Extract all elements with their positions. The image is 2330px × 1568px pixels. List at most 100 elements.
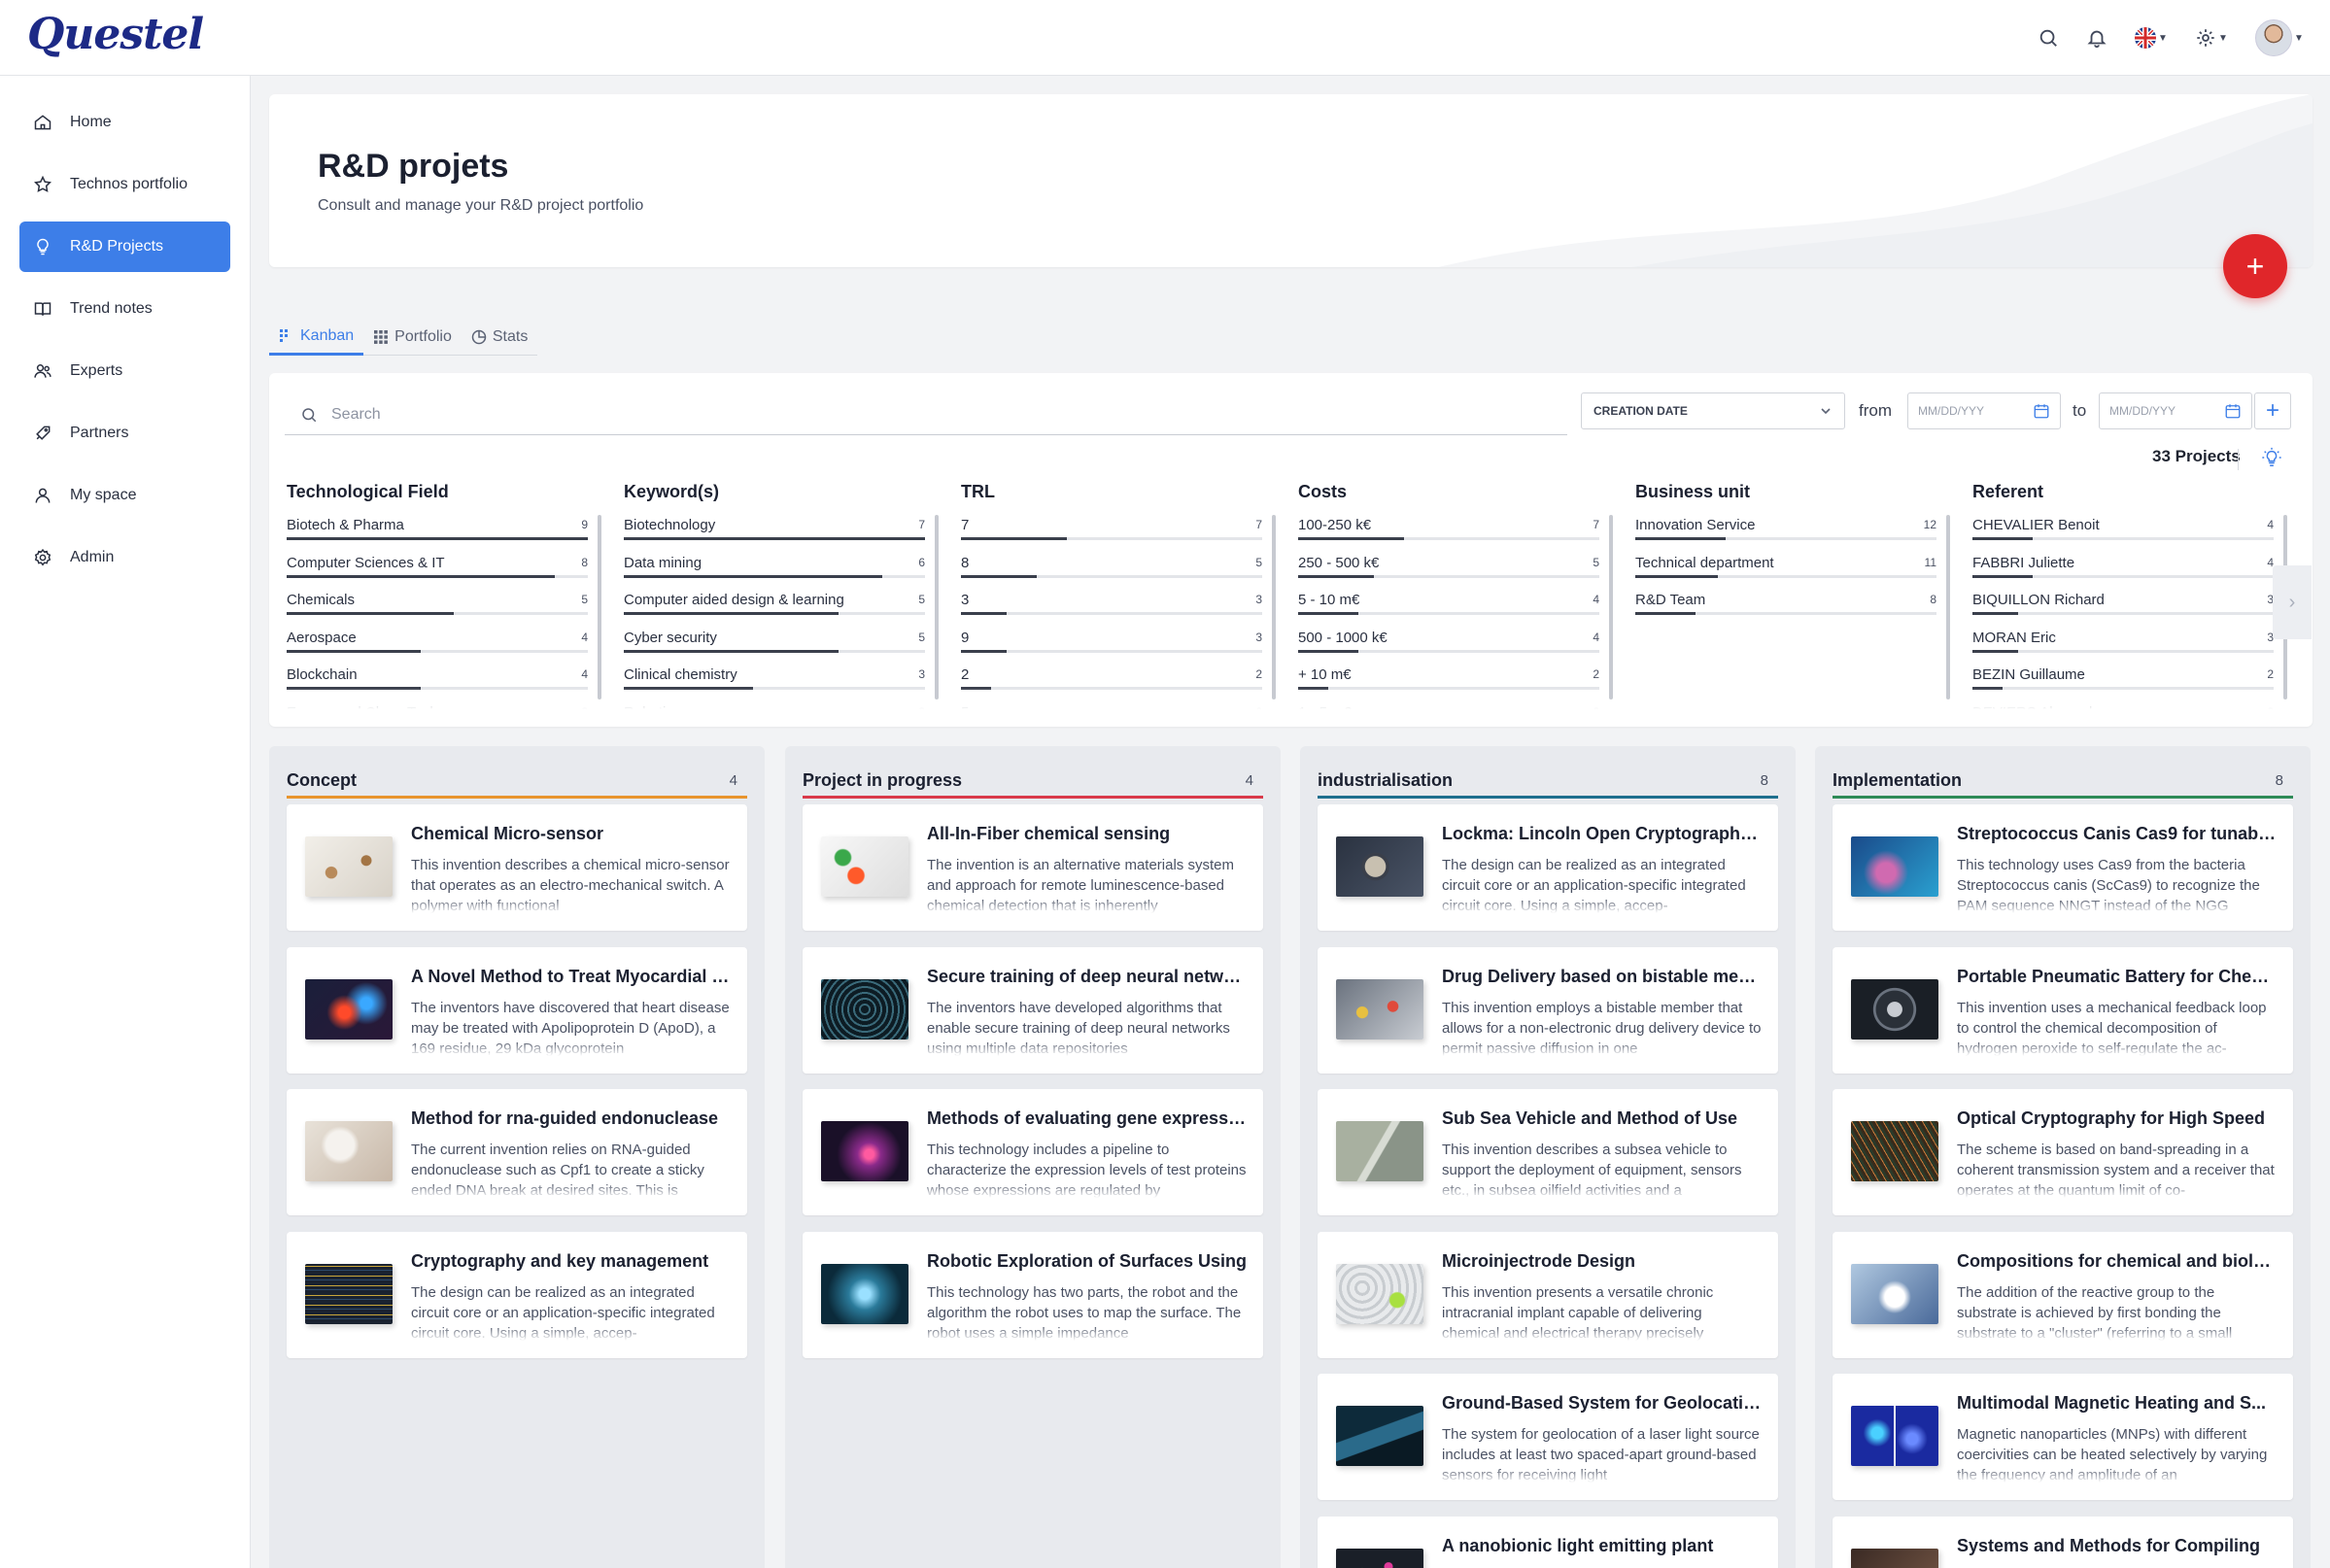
project-card[interactable]: Portable Pneumatic Battery for ChemicalT… (1833, 947, 2293, 1074)
facet-row[interactable]: 5 - 10 m€4 (1298, 582, 1599, 620)
project-card[interactable]: Robotic Exploration of Surfaces UsingThi… (803, 1232, 1263, 1358)
page-subtitle: Consult and manage your R&D project port… (318, 197, 643, 215)
gear-icon (2195, 27, 2216, 49)
facet-row[interactable]: Biotechnology7 (624, 507, 925, 545)
facet-row[interactable]: 100-250 k€7 (1298, 507, 1599, 545)
facet-bar-fill (624, 650, 839, 653)
project-card[interactable]: Compositions for chemical and biological… (1833, 1232, 2293, 1358)
project-card[interactable]: Secure training of deep neural networksT… (803, 947, 1263, 1074)
project-title: Portable Pneumatic Battery for Chemical (1957, 967, 2278, 987)
facet-row[interactable]: 77 (961, 507, 1262, 545)
project-thumbnail (305, 1121, 393, 1181)
project-card[interactable]: All-In-Fiber chemical sensingThe inventi… (803, 804, 1263, 931)
facet-row[interactable]: Technical department11 (1635, 545, 1936, 583)
facet-row[interactable]: Cyber security5 (624, 620, 925, 658)
facet-column: TRL778533932252 (961, 476, 1262, 709)
project-card[interactable]: Systems and Methods for Compiling (1833, 1517, 2293, 1568)
facet-row-label: + 10 m€ (1298, 666, 1352, 683)
sidebar-item-rd-projects[interactable]: R&D Projects (19, 222, 230, 272)
tab-kanban[interactable]: Kanban (269, 319, 363, 356)
facet-row[interactable]: MORAN Eric3 (1972, 620, 2274, 658)
facet-row[interactable]: Aerospace4 (287, 620, 588, 658)
bell-icon[interactable] (2081, 22, 2112, 53)
project-card[interactable]: A nanobionic light emitting plant (1318, 1517, 1778, 1568)
sidebar-item-label: R&D Projects (70, 238, 163, 256)
project-description: The invention is an alternative material… (927, 855, 1248, 913)
user-menu[interactable]: ▼ (2250, 22, 2309, 53)
facet-row[interactable]: Chemicals5 (287, 582, 588, 620)
project-card[interactable]: Ground-Based System for GeolocationThe s… (1318, 1374, 1778, 1500)
settings-menu[interactable]: ▼ (2190, 22, 2233, 53)
questel-logo[interactable]: Questel (27, 10, 203, 59)
facet-row[interactable]: 500 - 1000 k€4 (1298, 620, 1599, 658)
tab-portfolio[interactable]: Portfolio (363, 319, 462, 356)
tab-stats[interactable]: Stats (462, 319, 537, 356)
search-icon[interactable] (2033, 22, 2064, 53)
add-filter-button[interactable]: + (2254, 392, 2291, 429)
sidebar-item-technos-portfolio[interactable]: Technos portfolio (19, 159, 230, 210)
project-description: The current invention relies on RNA-guid… (411, 1140, 732, 1198)
facet-row[interactable]: Data mining6 (624, 545, 925, 583)
project-title: Ground-Based System for Geolocation (1442, 1393, 1763, 1414)
language-selector[interactable]: ▼ (2130, 22, 2173, 53)
project-card[interactable]: Methods of evaluating gene expressionThi… (803, 1089, 1263, 1215)
project-card[interactable]: A Novel Method to Treat Myocardial Infar… (287, 947, 747, 1074)
facet-row[interactable]: BIQUILLON Richard3 (1972, 582, 2274, 620)
facet-row-label: Data mining (624, 555, 702, 571)
project-card[interactable]: Drug Delivery based on bistable membrane… (1318, 947, 1778, 1074)
project-card[interactable]: Cryptography and key managementThe desig… (287, 1232, 747, 1358)
facet-row[interactable]: FABBRI Juliette4 (1972, 545, 2274, 583)
facet-scrollbar[interactable] (1272, 515, 1276, 699)
sidebar-item-home[interactable]: Home (19, 97, 230, 148)
facet-row-count: 5 (1593, 556, 1599, 569)
chevron-right-icon[interactable]: › (2273, 565, 2312, 639)
facet-row[interactable]: Biotech & Pharma 9 (287, 507, 588, 545)
lightbulb-icon[interactable] (2261, 447, 2282, 468)
facet-row-count: 3 (1255, 631, 1262, 644)
pie-icon (471, 329, 487, 345)
facet-bar-fill (1635, 612, 1696, 615)
facet-row[interactable]: 85 (961, 545, 1262, 583)
add-project-button[interactable]: + (2223, 234, 2287, 298)
project-thumbnail (821, 1121, 908, 1181)
facet-row[interactable]: Computer Sciences & IT8 (287, 545, 588, 583)
project-thumbnail (1336, 979, 1423, 1040)
facet-bar-track (961, 650, 1262, 653)
project-card[interactable]: Multimodal Magnetic Heating and S...Magn… (1833, 1374, 2293, 1500)
facet-scrollbar[interactable] (935, 515, 939, 699)
sidebar-item-partners[interactable]: Partners (19, 408, 230, 459)
project-card[interactable]: Streptococcus Canis Cas9 for tunable edi… (1833, 804, 2293, 931)
facet-row[interactable]: CHEVALIER Benoit4 (1972, 507, 2274, 545)
facet-row[interactable]: R&D Team8 (1635, 582, 1936, 620)
project-card[interactable]: Microinjectrode DesignThis invention pre… (1318, 1232, 1778, 1358)
facet-row-count: 9 (581, 518, 588, 531)
facet-scrollbar[interactable] (1946, 515, 1950, 699)
facet-row[interactable]: Computer aided design & learning5 (624, 582, 925, 620)
facet-row[interactable]: Innovation Service12 (1635, 507, 1936, 545)
project-thumbnail (1336, 836, 1423, 897)
facet-bar-fill (1635, 575, 1718, 578)
project-card[interactable]: Method for rna-guided endonucleaseThe cu… (287, 1089, 747, 1215)
uk-flag-icon (2135, 27, 2156, 49)
facet-row[interactable]: 33 (961, 582, 1262, 620)
date-field-select[interactable]: CREATION DATE (1581, 392, 1845, 429)
facet-fade (287, 688, 588, 709)
facet-row-label: 9 (961, 630, 969, 646)
project-card[interactable]: Sub Sea Vehicle and Method of UseThis in… (1318, 1089, 1778, 1215)
sidebar-item-admin[interactable]: Admin (19, 532, 230, 583)
project-card[interactable]: Lockma: Lincoln Open Cryptographic KeyTh… (1318, 804, 1778, 931)
sidebar-item-trend-notes[interactable]: Trend notes (19, 284, 230, 334)
facet-scrollbar[interactable] (1609, 515, 1613, 699)
facet-row[interactable]: 93 (961, 620, 1262, 658)
facet-row-label: Biotech & Pharma (287, 517, 404, 533)
from-date-input[interactable]: MM/DD/YYY (1907, 392, 2061, 429)
facet-row[interactable]: 250 - 500 k€5 (1298, 545, 1599, 583)
search-input[interactable] (331, 406, 1497, 424)
facet-scrollbar[interactable] (598, 515, 601, 699)
project-card[interactable]: Optical Cryptography for High SpeedThe s… (1833, 1089, 2293, 1215)
project-thumbnail (821, 1264, 908, 1324)
project-card[interactable]: Chemical Micro-sensorThis invention desc… (287, 804, 747, 931)
sidebar-item-my-space[interactable]: My space (19, 470, 230, 521)
to-date-input[interactable]: MM/DD/YYY (2099, 392, 2252, 429)
sidebar-item-experts[interactable]: Experts (19, 346, 230, 396)
